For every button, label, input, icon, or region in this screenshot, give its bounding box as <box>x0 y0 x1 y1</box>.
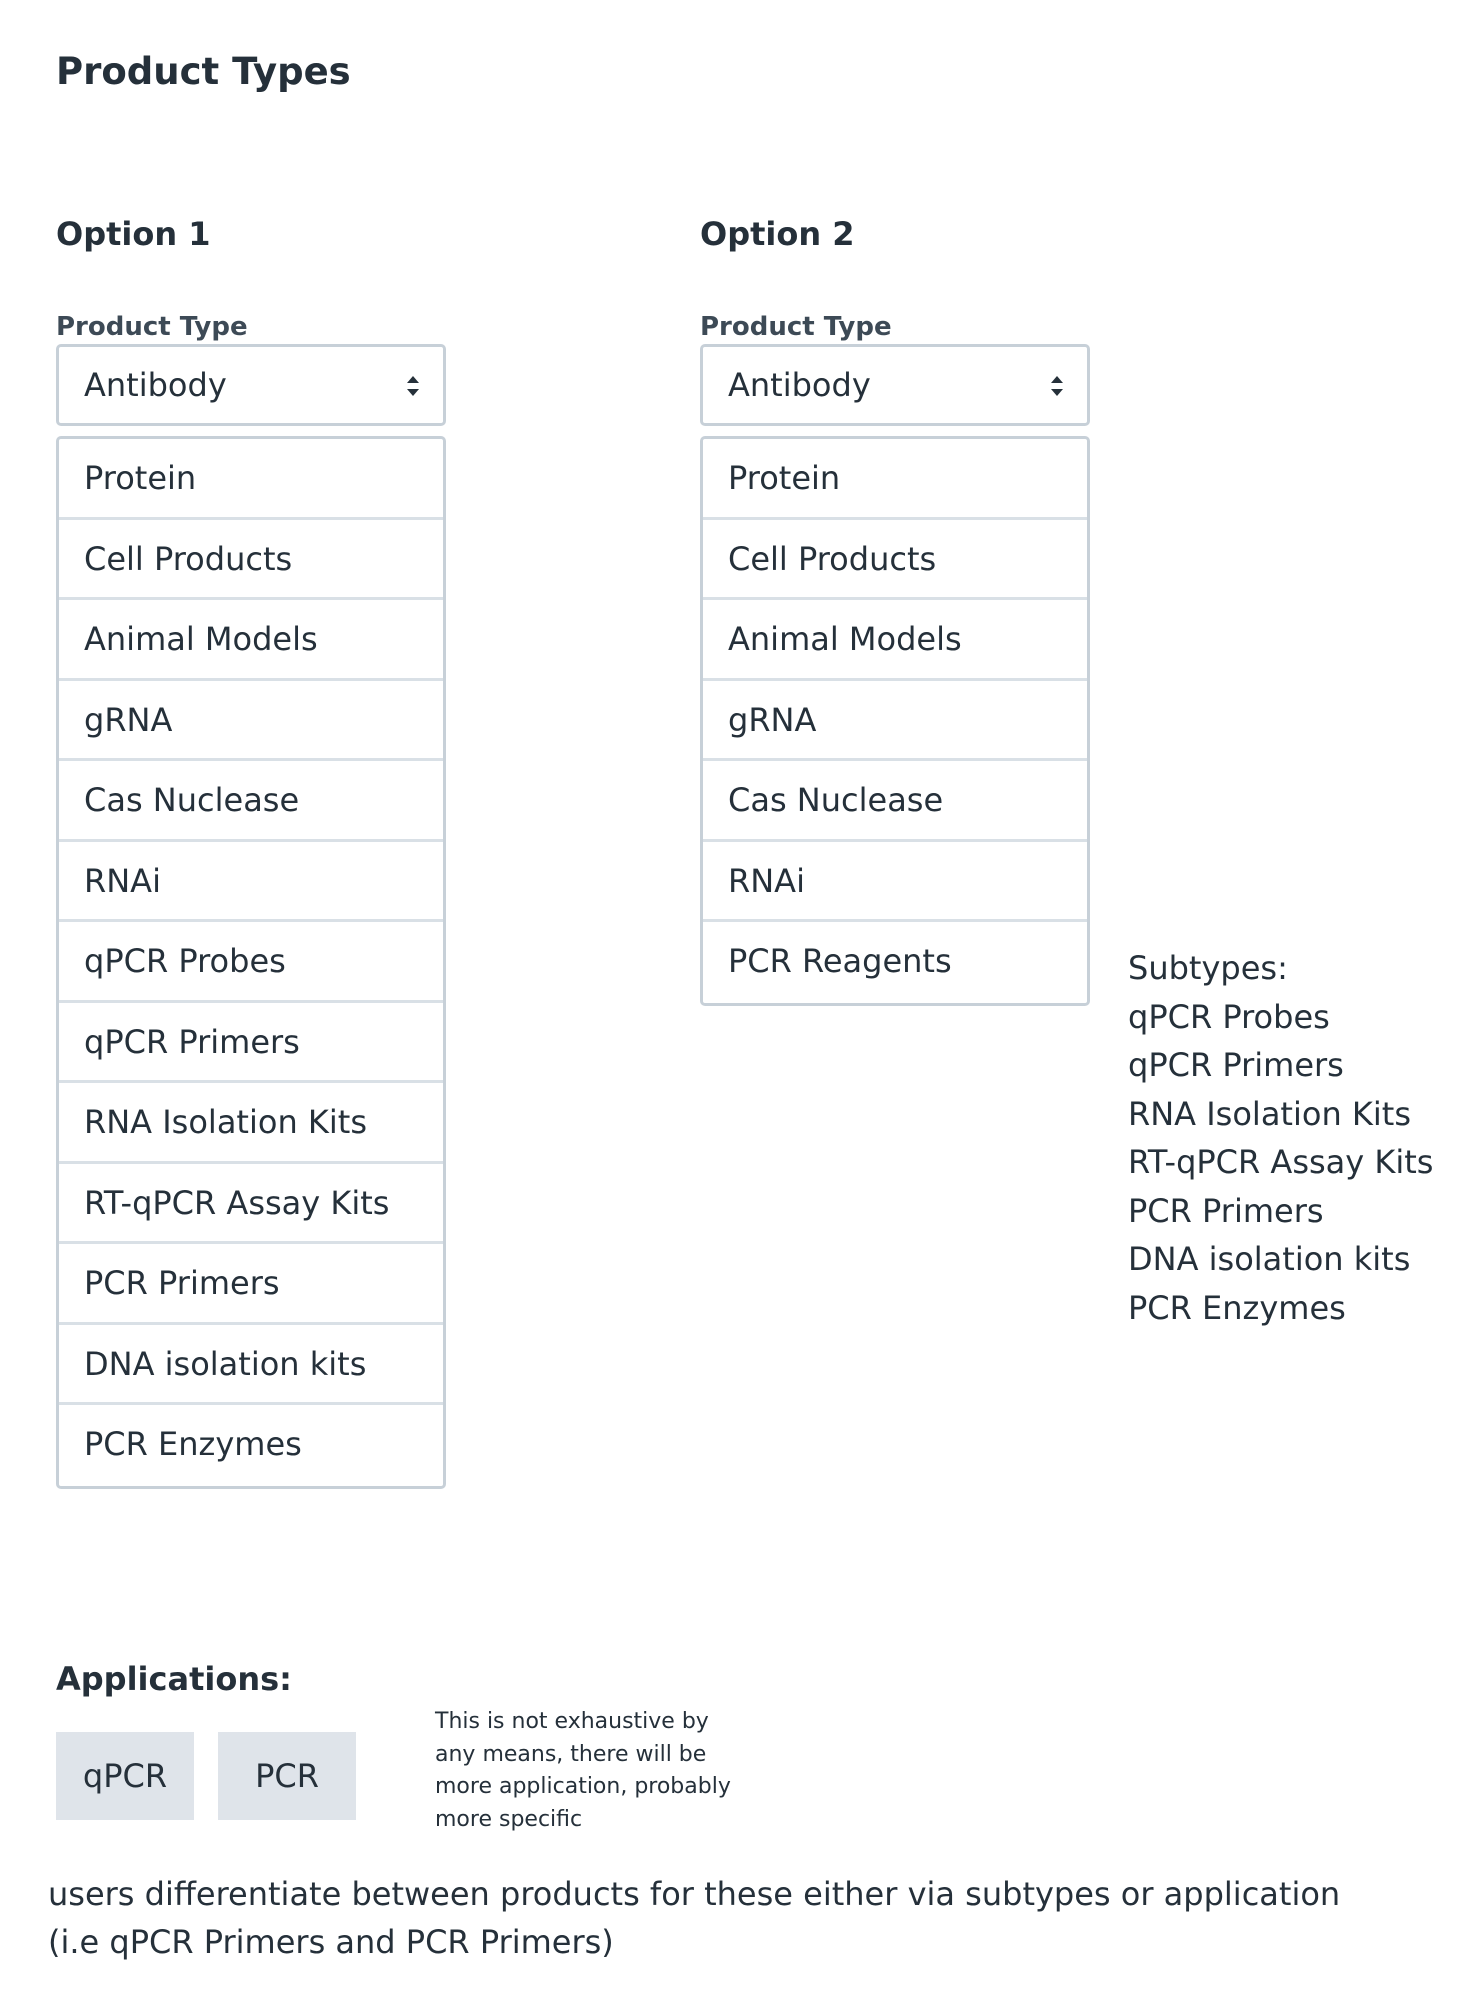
option-1-panel: Option 1 Product Type Antibody Protein C… <box>56 210 446 1489</box>
list-item[interactable]: RNA Isolation Kits <box>59 1083 443 1164</box>
applications-note: This is not exhaustive by any means, the… <box>435 1706 755 1836</box>
subtype-item: RT-qPCR Assay Kits <box>1128 1143 1434 1181</box>
list-item[interactable]: Cell Products <box>59 520 443 600</box>
note-line: more application, probably <box>435 1774 731 1799</box>
subtype-item: DNA isolation kits <box>1128 1240 1411 1278</box>
list-item[interactable]: Cas Nuclease <box>59 761 443 842</box>
product-type-label: Product Type <box>56 312 248 342</box>
list-item[interactable]: PCR Reagents <box>703 922 1087 1003</box>
list-item[interactable]: Protein <box>703 439 1087 520</box>
list-item[interactable]: Animal Models <box>703 600 1087 681</box>
sort-arrows-icon <box>1049 347 1065 423</box>
application-chip-pcr[interactable]: PCR <box>218 1732 356 1820</box>
option-title: Option 2 <box>700 215 855 253</box>
list-item[interactable]: Protein <box>59 439 443 520</box>
list-item[interactable]: qPCR Probes <box>59 922 443 1003</box>
page-title: Product Types <box>56 50 351 93</box>
product-type-select[interactable]: Antibody <box>56 344 446 426</box>
note-line: more specific <box>435 1806 583 1832</box>
list-item[interactable]: DNA isolation kits <box>59 1325 443 1405</box>
product-type-options-list: Protein Cell Products Animal Models gRNA… <box>56 436 446 1489</box>
list-item[interactable]: PCR Enzymes <box>59 1405 443 1486</box>
list-item[interactable]: PCR Primers <box>59 1244 443 1325</box>
subtype-item: qPCR Probes <box>1128 997 1330 1036</box>
list-item[interactable]: gRNA <box>59 681 443 761</box>
applications-title: Applications: <box>56 1660 292 1698</box>
option-2-panel: Option 2 Product Type Antibody Protein C… <box>700 210 1090 1006</box>
list-item[interactable]: RNAi <box>59 842 443 922</box>
list-item[interactable]: Animal Models <box>59 600 443 681</box>
subtype-item: PCR Enzymes <box>1128 1288 1346 1327</box>
list-item[interactable]: Cell Products <box>703 520 1087 600</box>
note-line: This is not exhaustive by <box>435 1709 709 1734</box>
footer-line: (i.e qPCR Primers and PCR Primers) <box>48 1923 614 1961</box>
option-title: Option 1 <box>56 215 211 253</box>
list-item[interactable]: RT-qPCR Assay Kits <box>59 1164 443 1244</box>
list-item[interactable]: qPCR Primers <box>59 1003 443 1083</box>
footer-note: users differentiate between products for… <box>48 1870 1340 1966</box>
product-type-select[interactable]: Antibody <box>700 344 1090 426</box>
list-item[interactable]: gRNA <box>703 681 1087 761</box>
product-type-label: Product Type <box>700 312 892 342</box>
sort-arrows-icon <box>405 347 421 423</box>
subtypes-note: Subtypes: qPCR Probes qPCR Primers RNA I… <box>1128 944 1433 1332</box>
note-line: any means, there will be <box>435 1741 707 1767</box>
subtype-item: RNA Isolation Kits <box>1128 1094 1411 1133</box>
subtypes-heading: Subtypes: <box>1128 949 1288 987</box>
subtype-item: PCR Primers <box>1128 1191 1324 1230</box>
list-item[interactable]: Cas Nuclease <box>703 761 1087 842</box>
application-chip-qpcr[interactable]: qPCR <box>56 1732 194 1820</box>
footer-line: users differentiate between products for… <box>48 1875 1341 1913</box>
subtype-item: qPCR Primers <box>1128 1046 1344 1084</box>
selected-value: Antibody <box>84 366 227 404</box>
product-type-options-list: Protein Cell Products Animal Models gRNA… <box>700 436 1090 1006</box>
selected-value: Antibody <box>728 366 871 404</box>
list-item[interactable]: RNAi <box>703 842 1087 922</box>
